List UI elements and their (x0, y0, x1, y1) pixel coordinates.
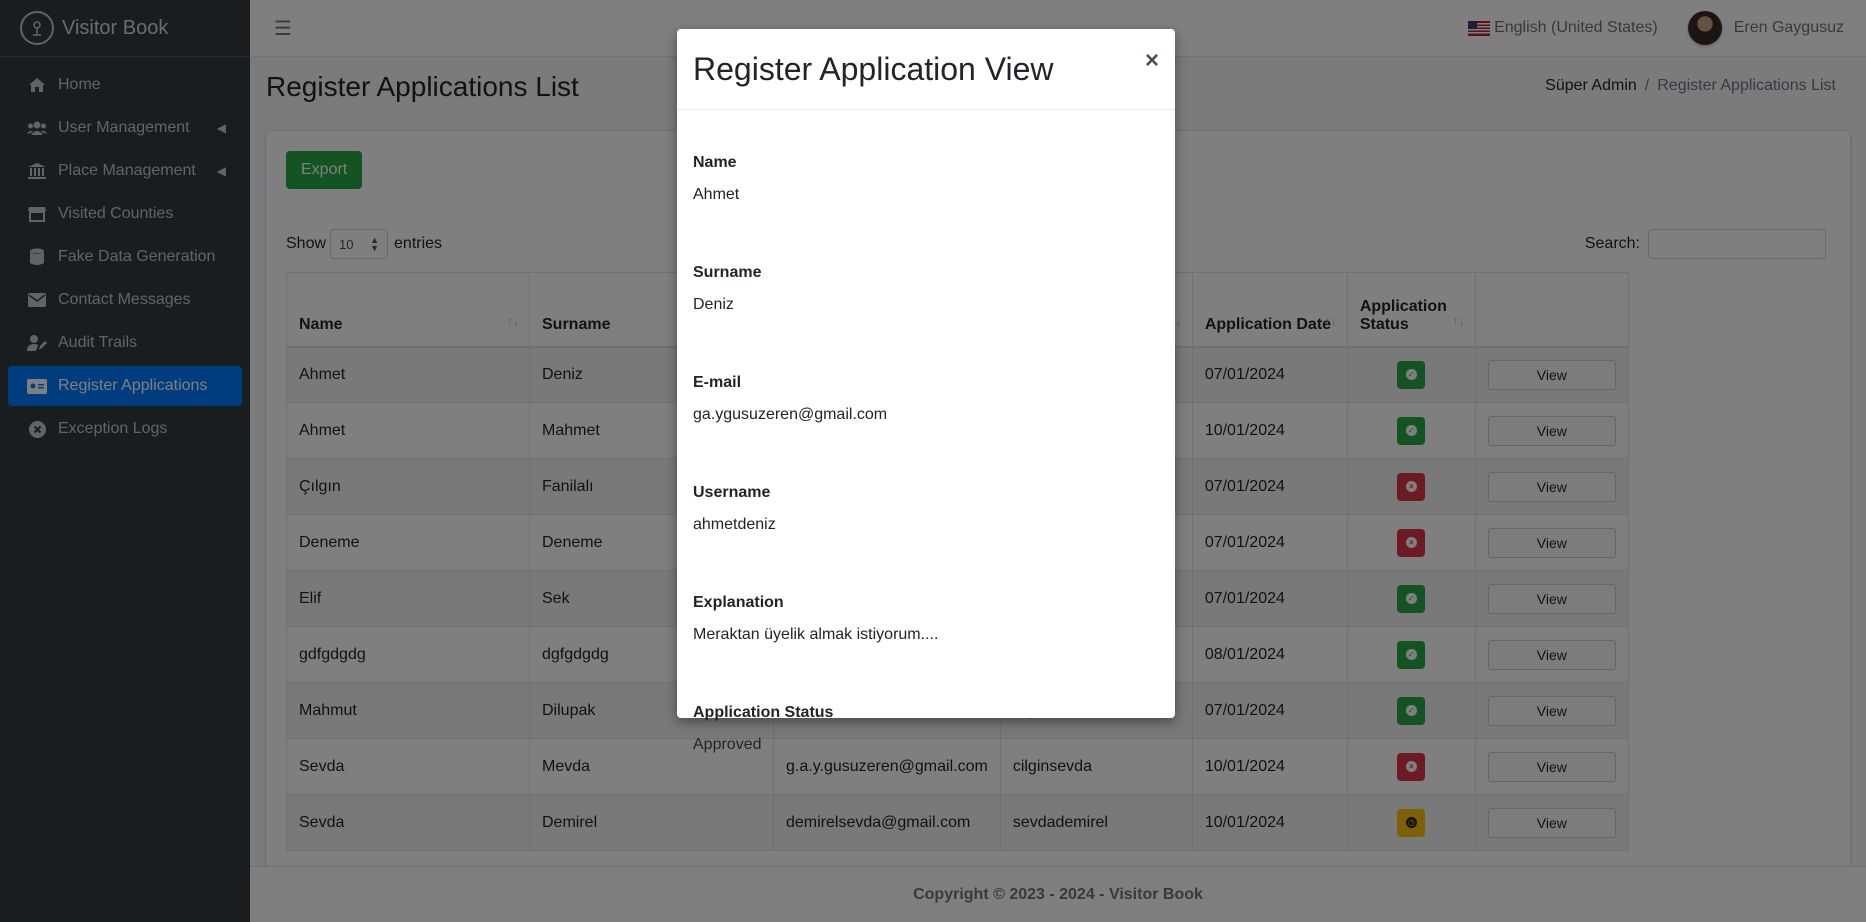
field-label: E-mail (693, 374, 742, 391)
modal-title: Register Application View (693, 50, 1054, 87)
modal-header: Register Application View × (677, 29, 1175, 110)
field-username: Username ahmetdeniz (693, 484, 1159, 580)
close-icon[interactable]: × (1145, 47, 1159, 75)
field-value: Meraktan üyelik almak istiyorum.... (693, 626, 939, 643)
field-explanation: Explanation Meraktan üyelik almak istiyo… (693, 594, 1159, 690)
field-email: E-mail ga.ygusuzeren@gmail.com (693, 374, 1159, 470)
field-surname: Surname Deniz (693, 264, 1159, 360)
field-value: Deniz (693, 296, 734, 313)
field-label: Explanation (693, 594, 784, 611)
field-label: Application Status (693, 704, 834, 721)
field-value: ga.ygusuzeren@gmail.com (693, 406, 888, 423)
modal-body: Name Ahmet Surname Deniz E-mail ga.ygusu… (677, 110, 1175, 800)
field-value: Approved (693, 736, 762, 753)
field-value: Ahmet (693, 186, 740, 203)
field-label: Username (693, 484, 771, 501)
field-application-status: Application Status Approved (693, 704, 1159, 800)
field-label: Name (693, 154, 737, 171)
field-label: Surname (693, 264, 762, 281)
field-value: ahmetdeniz (693, 516, 776, 533)
register-application-modal: Register Application View × Name Ahmet S… (677, 29, 1175, 753)
field-name: Name Ahmet (693, 154, 1159, 250)
